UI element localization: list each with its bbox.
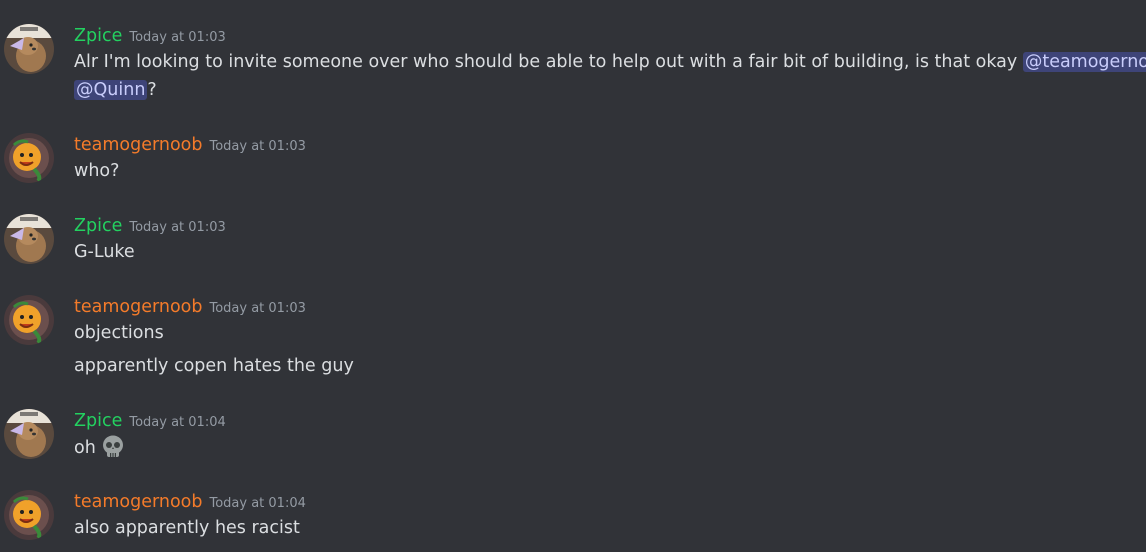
message-text-part: Alr I'm looking to invite someone over w… bbox=[74, 52, 1023, 72]
message-text: @Quinn? bbox=[74, 77, 157, 104]
orange-character-avatar-icon[interactable] bbox=[4, 490, 54, 540]
message-header: Zpice Today at 01:04 bbox=[74, 409, 226, 433]
timestamp[interactable]: Today at 01:03 bbox=[129, 30, 225, 45]
message-header: teamogernoob Today at 01:03 bbox=[74, 133, 306, 157]
message-header: teamogernoob Today at 01:03 bbox=[74, 295, 306, 319]
dog-avatar-icon[interactable] bbox=[4, 24, 54, 74]
message-header: Zpice Today at 01:03 bbox=[74, 214, 226, 238]
orange-character-avatar-icon[interactable] bbox=[4, 133, 54, 183]
message-text: Alr I'm looking to invite someone over w… bbox=[74, 49, 1146, 76]
timestamp[interactable]: Today at 01:04 bbox=[209, 496, 305, 511]
dog-avatar-icon[interactable] bbox=[4, 214, 54, 264]
mention-quinn[interactable]: @Quinn bbox=[74, 80, 148, 100]
username[interactable]: teamogernoob bbox=[74, 297, 202, 317]
dog-avatar-icon[interactable] bbox=[4, 409, 54, 459]
timestamp[interactable]: Today at 01:03 bbox=[209, 139, 305, 154]
message-header: Zpice Today at 01:03 bbox=[74, 24, 226, 48]
message-text: apparently copen hates the guy bbox=[74, 356, 354, 376]
username[interactable]: teamogernoob bbox=[74, 492, 202, 512]
orange-character-avatar-icon[interactable] bbox=[4, 295, 54, 345]
username[interactable]: Zpice bbox=[74, 216, 122, 236]
username[interactable]: Zpice bbox=[74, 411, 122, 431]
message-text-part: ? bbox=[147, 80, 157, 100]
chat-messages: Zpice Today at 01:03 Alr I'm looking to i… bbox=[0, 0, 1146, 552]
message-header: teamogernoob Today at 01:04 bbox=[74, 490, 306, 514]
username[interactable]: teamogernoob bbox=[74, 135, 202, 155]
message-text: also apparently hes racist bbox=[74, 518, 300, 538]
mention-teamogernoob[interactable]: @teamogernoob bbox=[1022, 52, 1146, 72]
message-text: objections bbox=[74, 323, 164, 343]
skull-emoji-icon[interactable] bbox=[100, 434, 126, 469]
message-text: oh bbox=[74, 434, 126, 469]
message-text-part: oh bbox=[74, 438, 96, 458]
timestamp[interactable]: Today at 01:04 bbox=[129, 415, 225, 430]
message-text: who? bbox=[74, 161, 120, 181]
username[interactable]: Zpice bbox=[74, 26, 122, 46]
timestamp[interactable]: Today at 01:03 bbox=[209, 301, 305, 316]
timestamp[interactable]: Today at 01:03 bbox=[129, 220, 225, 235]
message-text: G-Luke bbox=[74, 242, 135, 262]
